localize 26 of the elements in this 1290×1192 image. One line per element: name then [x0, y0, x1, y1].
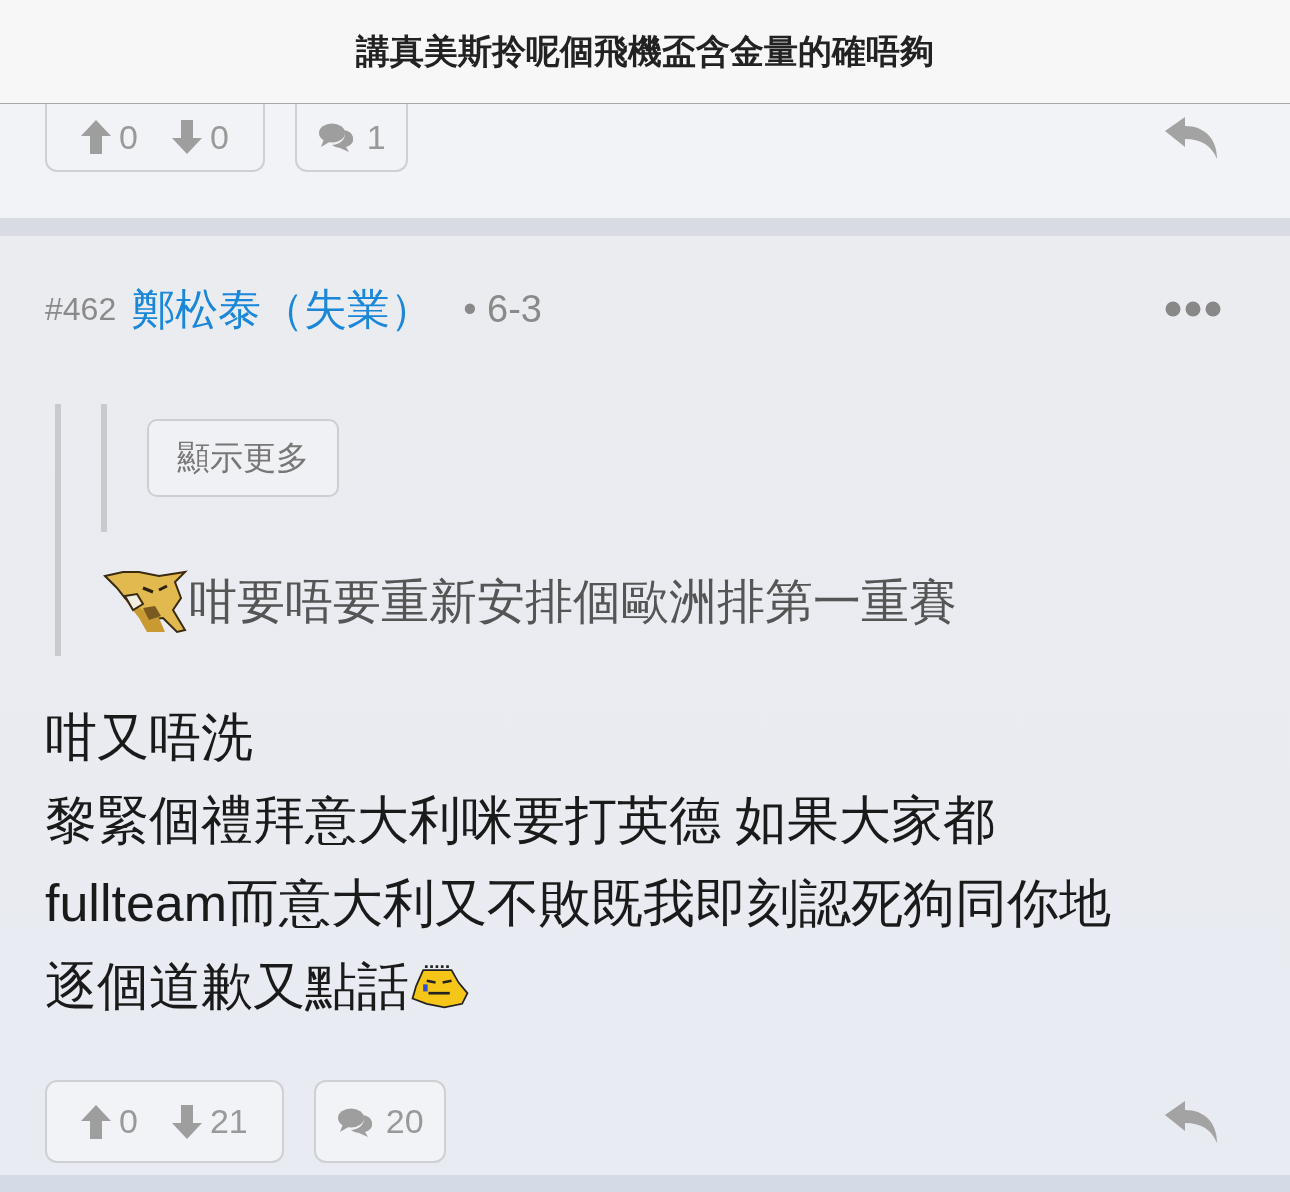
body-line: 咁又唔洗 — [45, 707, 253, 768]
body-line: fullteam而意大利又不敗既我即刻認死狗同你地 — [45, 873, 1112, 934]
dog-emoji-icon — [101, 570, 189, 634]
quote-text: 咁要唔要重新安排個歐洲排第一重賽 — [189, 574, 957, 631]
down-arrow-icon — [171, 120, 202, 154]
body-line: 黎緊個禮拜意大利咪要打英德 如果大家都 — [45, 790, 996, 851]
speech-bubbles-icon — [335, 1106, 372, 1137]
up-arrow-icon — [81, 120, 111, 154]
comment-count-button[interactable]: 1 — [294, 104, 408, 172]
post-time: • 6-3 — [463, 286, 542, 332]
downvote-button[interactable]: 21 — [171, 1096, 248, 1147]
show-more-button[interactable]: 顯示更多 — [147, 419, 339, 497]
upvote-button[interactable]: 0 — [81, 1096, 138, 1147]
thread-title: 講真美斯拎呢個飛機盃含金量的確唔夠 — [356, 31, 934, 72]
body-line: 逐個道歉又點話 — [45, 956, 409, 1017]
post-number: #462 — [45, 290, 117, 329]
more-options-icon[interactable] — [1165, 301, 1221, 317]
speech-bubbles-icon — [316, 122, 353, 152]
down-arrow-icon — [171, 1104, 202, 1139]
reply-icon[interactable] — [1165, 117, 1217, 159]
upvote-button[interactable]: 0 — [81, 111, 138, 163]
author-link[interactable]: 鄭松泰（失業） — [132, 276, 434, 342]
reply-icon[interactable] — [1165, 1100, 1217, 1143]
up-arrow-icon — [81, 1104, 111, 1139]
comment-count-button[interactable]: 20 — [313, 1080, 446, 1163]
downvote-button[interactable]: 0 — [171, 111, 229, 163]
